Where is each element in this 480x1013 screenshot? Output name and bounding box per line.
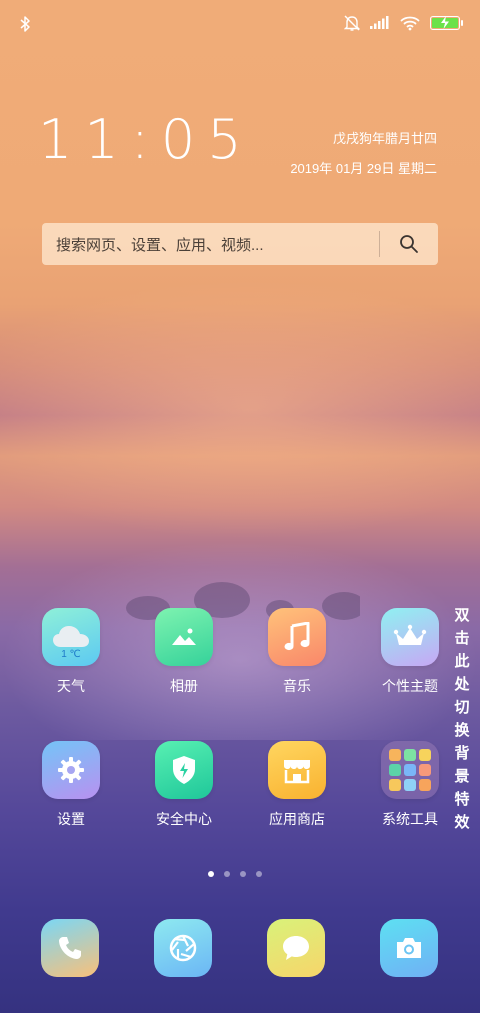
page-indicator[interactable] bbox=[208, 871, 262, 877]
page-dot[interactable] bbox=[224, 871, 230, 877]
bluetooth-icon bbox=[20, 16, 30, 32]
dock-camera[interactable] bbox=[380, 919, 438, 977]
app-label: 天气 bbox=[57, 678, 85, 694]
background-effect-hint[interactable]: 双 击 此 处 切 换 背 景 特 效 bbox=[452, 604, 472, 834]
hint-char: 处 bbox=[454, 676, 470, 693]
clock-time[interactable]: 11:05 bbox=[38, 108, 254, 171]
hint-char: 景 bbox=[454, 768, 470, 785]
music-note-icon bbox=[284, 622, 310, 651]
dock-messages[interactable] bbox=[267, 919, 325, 977]
app-label: 系统工具 bbox=[382, 811, 438, 827]
app-store[interactable]: 应用商店 bbox=[247, 741, 347, 829]
status-bar bbox=[0, 0, 480, 52]
app-label: 相册 bbox=[170, 678, 198, 694]
app-label: 音乐 bbox=[283, 678, 311, 694]
lunar-date: 戊戌狗年腊月廿四 bbox=[332, 131, 437, 146]
folder-icon bbox=[389, 749, 431, 791]
signal-icon bbox=[370, 16, 389, 29]
hint-char: 切 bbox=[454, 699, 470, 716]
weather-temperature: 1 ℃ bbox=[61, 649, 81, 660]
page-dot[interactable] bbox=[256, 871, 262, 877]
search-input[interactable]: 搜索网页、设置、应用、视频... bbox=[42, 234, 379, 255]
search-button[interactable] bbox=[380, 223, 438, 265]
date-widget[interactable]: 戊戌狗年腊月廿四 2019年 01月 29日 星期二 bbox=[290, 124, 437, 184]
battery-charging-icon bbox=[430, 16, 463, 30]
gear-icon bbox=[58, 757, 84, 783]
hint-char: 换 bbox=[454, 722, 470, 739]
app-folder-system-tools[interactable]: 系统工具 bbox=[360, 741, 460, 829]
mute-bell-icon bbox=[344, 15, 360, 31]
app-weather[interactable]: 1 ℃ 天气 bbox=[21, 608, 121, 696]
shield-icon bbox=[173, 756, 195, 784]
browser-aperture-icon bbox=[169, 934, 197, 962]
app-label: 安全中心 bbox=[156, 811, 212, 827]
message-icon bbox=[283, 936, 309, 960]
app-security[interactable]: 安全中心 bbox=[134, 741, 234, 829]
page-dot[interactable] bbox=[208, 871, 214, 877]
page-dot[interactable] bbox=[240, 871, 246, 877]
app-label: 应用商店 bbox=[269, 811, 325, 827]
hint-char: 效 bbox=[454, 814, 470, 831]
hint-char: 特 bbox=[454, 791, 470, 808]
hint-char: 背 bbox=[454, 745, 470, 762]
dock-browser[interactable] bbox=[154, 919, 212, 977]
dock-phone[interactable] bbox=[41, 919, 99, 977]
gallery-icon bbox=[172, 628, 196, 645]
hint-char: 此 bbox=[454, 653, 470, 670]
crown-icon bbox=[393, 624, 427, 645]
weather-cloud-icon bbox=[53, 626, 89, 647]
search-bar[interactable]: 搜索网页、设置、应用、视频... bbox=[42, 223, 438, 265]
app-gallery[interactable]: 相册 bbox=[134, 608, 234, 696]
wifi-icon bbox=[400, 16, 420, 31]
app-themes[interactable]: 个性主题 bbox=[360, 608, 460, 696]
calendar-date: 2019年 01月 29日 星期二 bbox=[290, 161, 437, 176]
app-label: 设置 bbox=[57, 811, 85, 827]
app-music[interactable]: 音乐 bbox=[247, 608, 347, 696]
phone-icon bbox=[59, 937, 81, 959]
hint-char: 双 bbox=[454, 607, 470, 624]
app-settings[interactable]: 设置 bbox=[21, 741, 121, 829]
store-icon bbox=[284, 760, 310, 784]
search-icon bbox=[400, 235, 418, 253]
hint-char: 击 bbox=[454, 630, 470, 647]
app-label: 个性主题 bbox=[382, 678, 438, 694]
camera-icon bbox=[397, 938, 421, 958]
